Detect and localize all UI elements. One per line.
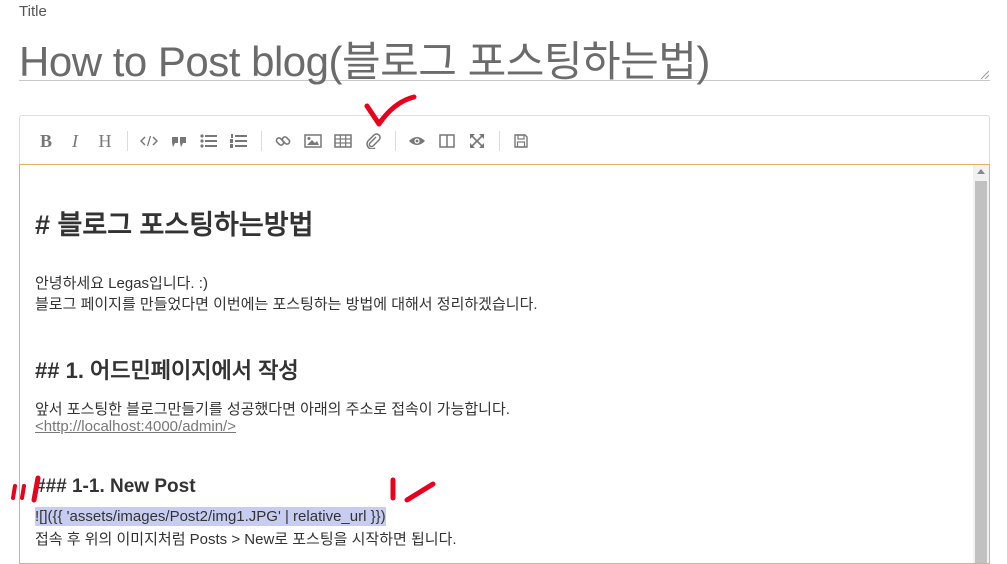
columns-icon <box>439 134 455 148</box>
heading-2-line[interactable]: ## 1. 어드민페이지에서 작성 <box>35 353 299 385</box>
fullscreen-button[interactable] <box>465 129 489 153</box>
section1-line-1[interactable]: 앞서 포스팅한 블로그만들기를 성공했다면 아래의 주소로 접속이 가능합니다. <box>35 398 510 419</box>
title-input[interactable]: How to Post blog(블로그 포스팅하는법) <box>19 24 990 85</box>
resize-grip-icon[interactable] <box>979 69 989 79</box>
title-label: Title <box>19 3 47 20</box>
link-button[interactable] <box>271 129 295 153</box>
toolbar-divider <box>261 131 262 151</box>
save-button[interactable] <box>509 129 533 153</box>
eye-icon <box>409 137 425 145</box>
table-button[interactable] <box>331 129 355 153</box>
attach-file-button[interactable] <box>361 129 385 153</box>
editor-scrollbar[interactable] <box>973 165 989 563</box>
heading-button[interactable]: H <box>93 129 117 153</box>
section2-line-1[interactable]: 접속 후 위의 이미지처럼 Posts > New로 포스팅을 시작하면 됩니다… <box>35 528 457 549</box>
bold-icon: B <box>39 130 52 151</box>
toolbar-divider <box>499 131 500 151</box>
table-icon <box>334 134 352 148</box>
quote-icon <box>172 137 186 147</box>
side-by-side-button[interactable] <box>435 129 459 153</box>
admin-url-link[interactable]: <http://localhost:4000/admin/> <box>35 418 236 435</box>
title-input-value[interactable]: How to Post blog(블로그 포스팅하는법) <box>19 28 710 89</box>
bold-button[interactable]: B <box>34 129 58 153</box>
ordered-list-button[interactable] <box>227 129 251 153</box>
markdown-editor[interactable]: # 블로그 포스팅하는방법 안녕하세요 Legas입니다. :) 블로그 페이지… <box>19 164 990 564</box>
editor-toolbar: B I H <box>19 115 990 165</box>
expand-icon <box>470 134 484 148</box>
intro-line-1[interactable]: 안녕하세요 Legas입니다. :) <box>35 272 208 293</box>
preview-button[interactable] <box>405 129 429 153</box>
toolbar-divider <box>395 131 396 151</box>
unordered-list-button[interactable] <box>197 129 221 153</box>
image-markdown-line[interactable]: ![]({{ 'assets/images/Post2/img1.JPG' | … <box>35 507 386 526</box>
italic-button[interactable]: I <box>63 129 87 153</box>
image-icon <box>304 134 322 148</box>
italic-icon: I <box>72 130 78 151</box>
scrollbar-thumb[interactable] <box>975 181 987 563</box>
image-button[interactable] <box>301 129 325 153</box>
selected-text[interactable]: ![]({{ 'assets/images/Post2/img1.JPG' | … <box>35 507 386 526</box>
heading-icon: H <box>98 130 112 151</box>
save-icon <box>514 134 528 148</box>
heading-1-line[interactable]: # 블로그 포스팅하는방법 <box>35 203 313 242</box>
code-button[interactable] <box>137 129 161 153</box>
link-icon <box>275 136 291 146</box>
code-icon <box>140 135 158 147</box>
list-ol-icon <box>230 133 247 148</box>
heading-3-line[interactable]: ### 1-1. New Post <box>35 476 196 498</box>
scroll-up-arrow-icon[interactable] <box>977 169 985 174</box>
intro-line-2[interactable]: 블로그 페이지를 만들었다면 이번에는 포스팅하는 방법에 대해서 정리하겠습니… <box>35 293 538 314</box>
list-ul-icon <box>200 134 217 148</box>
paperclip-icon <box>366 133 381 149</box>
quote-button[interactable] <box>167 129 191 153</box>
toolbar-divider <box>127 131 128 151</box>
